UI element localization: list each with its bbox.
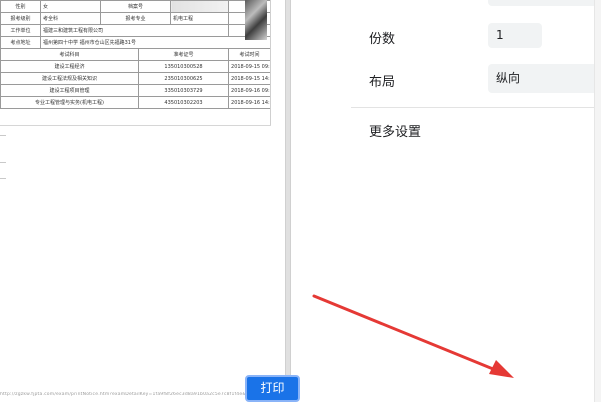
page-bottom-edge bbox=[0, 125, 271, 126]
table-row: 建设工程项目管理 335010303729 2018-09-16 09:00--… bbox=[0, 84, 272, 97]
major-value: 机电工程 bbox=[170, 12, 230, 25]
table-row: 报考级别 考全科 报考专业 机电工程 bbox=[0, 12, 272, 25]
file-no-value-redacted bbox=[170, 0, 230, 13]
header-exam-time: 考试时间 bbox=[228, 48, 272, 61]
applicant-photo-blurred bbox=[245, 0, 267, 40]
file-no-label: 档案号 bbox=[99, 0, 172, 13]
exam-ticket-no: 335010303729 bbox=[137, 84, 230, 97]
gender-value: 女 bbox=[40, 0, 101, 13]
settings-scrollbar[interactable] bbox=[594, 0, 601, 402]
level-label: 报考级别 bbox=[0, 12, 41, 25]
exam-subject: 建设工程项目管理 bbox=[0, 84, 139, 97]
admission-ticket-table: 性别 女 档案号 报考级别 考全科 报考专业 机电工程 工作单位 福建三和建筑工… bbox=[0, 0, 272, 109]
employer-label: 工作单位 bbox=[0, 24, 41, 37]
copies-input[interactable]: 1 bbox=[488, 23, 542, 48]
exam-subject: 建设工程法规及相关知识 bbox=[0, 72, 139, 85]
exam-subject: 专业工程管理与实务(机电工程) bbox=[0, 96, 139, 109]
exam-time: 2018-09-15 09:00--11:00 bbox=[228, 60, 272, 73]
site-value: 福州第四十中学 福州市仓山区先福路31号 bbox=[39, 36, 272, 49]
exam-subject: 建设工程经济 bbox=[0, 60, 139, 73]
site-label: 考点地址 bbox=[0, 36, 41, 49]
major-label: 报考专业 bbox=[99, 12, 172, 25]
exam-time: 2018-09-16 14:00--18:00 bbox=[228, 96, 272, 109]
page-footer-url: http://zgzkw.fjpta.com/exam/printNotice.… bbox=[0, 392, 285, 397]
exam-time: 2018-09-16 09:00--12:00 bbox=[228, 84, 272, 97]
header-subject: 考试科目 bbox=[0, 48, 139, 61]
page-break-mark bbox=[0, 135, 6, 136]
header-ticket-no: 准考证号 bbox=[137, 48, 230, 61]
print-preview: 性别 女 档案号 报考级别 考全科 报考专业 机电工程 工作单位 福建三和建筑工… bbox=[0, 0, 285, 402]
destination-select-partial[interactable] bbox=[488, 0, 598, 6]
table-row: 考点地址 福州第四十中学 福州市仓山区先福路31号 bbox=[0, 36, 272, 49]
exam-time: 2018-09-15 14:00--17:00 bbox=[228, 72, 272, 85]
employer-value: 福建三和建筑工程有限公司 bbox=[39, 24, 230, 37]
copies-label: 份数 bbox=[369, 32, 396, 47]
layout-select[interactable]: 纵向 bbox=[488, 64, 598, 93]
table-row: 建设工程法规及相关知识 235010300625 2018-09-15 14:0… bbox=[0, 72, 272, 85]
page-right-edge bbox=[270, 0, 271, 126]
section-divider bbox=[351, 107, 601, 108]
print-button[interactable]: 打印 bbox=[245, 375, 300, 402]
page-break-mark bbox=[0, 162, 6, 163]
more-settings-toggle[interactable]: 更多设置 bbox=[369, 121, 421, 140]
layout-label: 布局 bbox=[369, 75, 396, 90]
table-row: 专业工程管理与实务(机电工程) 435010302203 2018-09-16 … bbox=[0, 96, 272, 109]
table-row: 工作单位 福建三和建筑工程有限公司 bbox=[0, 24, 272, 37]
exam-table-header: 考试科目 准考证号 考试时间 bbox=[0, 48, 272, 61]
table-row: 性别 女 档案号 bbox=[0, 0, 272, 13]
level-value: 考全科 bbox=[40, 12, 101, 25]
exam-ticket-no: 235010300625 bbox=[137, 72, 230, 85]
print-settings-panel: 份数 1 布局 纵向 更多设置 bbox=[291, 0, 601, 402]
table-row: 建设工程经济 135010300528 2018-09-15 09:00--11… bbox=[0, 60, 272, 73]
page-break-mark bbox=[0, 178, 6, 179]
exam-ticket-no: 435010302203 bbox=[137, 96, 230, 109]
gender-label: 性别 bbox=[0, 0, 41, 13]
exam-ticket-no: 135010300528 bbox=[137, 60, 230, 73]
